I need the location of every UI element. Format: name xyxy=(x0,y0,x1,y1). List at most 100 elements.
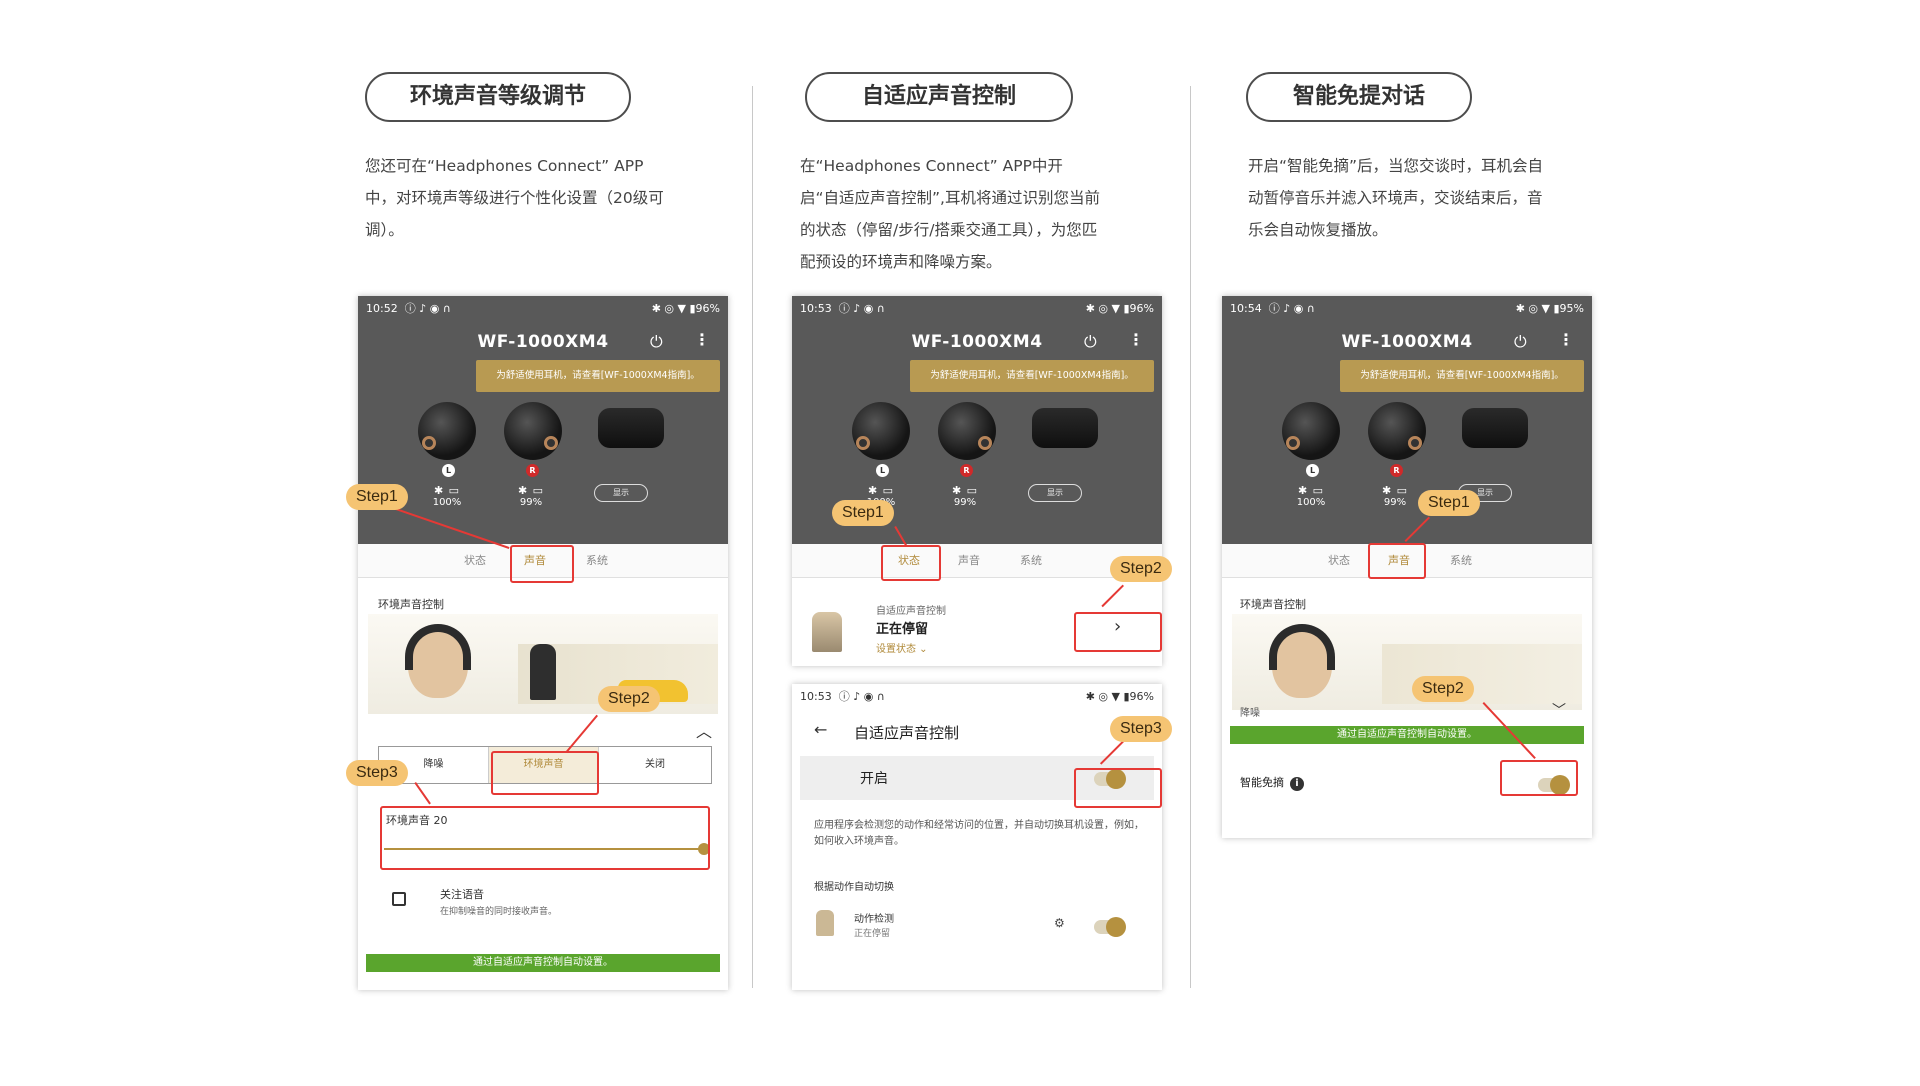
expand-chevron-icon[interactable]: ﹀ xyxy=(1552,700,1566,720)
gear-icon[interactable]: ⚙ xyxy=(1054,916,1065,930)
highlight-ambient-level xyxy=(380,806,710,870)
status-time: 10:54 xyxy=(1230,302,1262,315)
tab-sound[interactable]: 声音 xyxy=(944,544,994,578)
tab-system[interactable]: 系统 xyxy=(1436,544,1486,578)
segment-off[interactable]: 关闭 xyxy=(599,747,711,783)
step-2-badge: Step2 xyxy=(598,686,660,712)
section-description: 您还可在“Headphones Connect” APP中，对环境声等级进行个性… xyxy=(365,157,664,239)
right-battery: ✱ ▭ 99% xyxy=(506,484,556,508)
guide-tooltip[interactable]: 为舒适使用耳机，请查看[WF-1000XM4指南]。 xyxy=(1340,360,1584,392)
section-title: 智能免提对话 xyxy=(1246,72,1472,122)
back-arrow-icon[interactable]: ← xyxy=(814,720,827,739)
left-label: L xyxy=(1306,464,1319,477)
device-panel: 10:54 ⓘ ♪ ◉ ∩ ✱ ◎ ▼ ▮95% WF-1000XM4 ⏻ ⋮ … xyxy=(1222,296,1592,544)
status-icons: ⓘ ♪ ◉ ∩ xyxy=(838,690,885,703)
collapse-chevron-icon[interactable]: ︿ xyxy=(696,718,712,742)
power-icon[interactable]: ⏻ xyxy=(650,332,663,352)
status-bar: 10:52 ⓘ ♪ ◉ ∩ ✱ ◎ ▼ ▮96% xyxy=(358,296,728,320)
power-icon[interactable]: ⏻ xyxy=(1514,332,1527,352)
status-right-icons: ✱ ◎ ▼ ▮96% xyxy=(1085,301,1154,315)
motion-toggle[interactable] xyxy=(1094,917,1126,937)
phone-screenshot: 10:52 ⓘ ♪ ◉ ∩ ✱ ◎ ▼ ▮96% WF-1000XM4 ⏻ ⋮ … xyxy=(358,296,728,990)
left-earbud-image xyxy=(852,402,910,460)
battery-icon: ✱ ▭ xyxy=(951,484,979,497)
section-description: 在“Headphones Connect” APP中开启“自适应声音控制”,耳机… xyxy=(800,157,1100,271)
asc-setting-link[interactable]: 设置状态 ⌄ xyxy=(876,640,928,655)
divider-1 xyxy=(752,86,753,988)
status-right-icons: ✱ ◎ ▼ ▮96% xyxy=(1085,689,1154,703)
status-time: 10:53 xyxy=(800,302,832,315)
model-name: WF-1000XM4 xyxy=(911,332,1043,352)
focus-voice-checkbox[interactable] xyxy=(392,892,406,906)
highlight-speak-toggle xyxy=(1500,760,1578,796)
step-1-badge: Step1 xyxy=(832,500,894,526)
tab-system[interactable]: 系统 xyxy=(572,544,622,578)
status-icons: ⓘ ♪ ◉ ∩ xyxy=(404,302,451,315)
show-button[interactable]: 显示 xyxy=(594,484,648,502)
right-battery: ✱ ▭ 99% xyxy=(940,484,990,508)
tab-status[interactable]: 状态 xyxy=(1314,544,1364,578)
asc-label: 自适应声音控制 xyxy=(876,606,946,617)
device-panel: 10:52 ⓘ ♪ ◉ ∩ ✱ ◎ ▼ ▮96% WF-1000XM4 ⏻ ⋮ … xyxy=(358,296,728,544)
case-image xyxy=(598,408,664,448)
city-skyline-icon xyxy=(1382,644,1582,704)
right-label: R xyxy=(526,464,539,477)
step-1-badge: Step1 xyxy=(1418,490,1480,516)
tab-status[interactable]: 状态 xyxy=(450,544,500,578)
right-label: R xyxy=(1390,464,1403,477)
left-label: L xyxy=(442,464,455,477)
step-2-badge: Step2 xyxy=(1110,556,1172,582)
status-bar: 10:54 ⓘ ♪ ◉ ∩ ✱ ◎ ▼ ▮95% xyxy=(1222,296,1592,320)
focus-voice-title: 关注语音 xyxy=(440,888,484,901)
phone-screenshot-status: 10:53 ⓘ ♪ ◉ ∩ ✱ ◎ ▼ ▮96% WF-1000XM4 ⏻ ⋮ … xyxy=(792,296,1162,666)
more-menu-icon[interactable]: ⋮ xyxy=(694,330,710,349)
enable-label: 开启 xyxy=(860,771,888,787)
ambient-control-title: 环境声音控制 xyxy=(1240,598,1306,611)
walking-people-icon xyxy=(530,644,556,700)
highlight-status-tab xyxy=(881,545,941,581)
headphone-icon xyxy=(405,624,471,670)
left-battery: ✱ ▭100% xyxy=(422,484,472,508)
right-earbud-image xyxy=(938,402,996,460)
left-earbud-image xyxy=(418,402,476,460)
status-right-icons: ✱ ◎ ▼ ▮96% xyxy=(651,301,720,315)
headphone-icon xyxy=(1269,624,1335,670)
motion-detect-subtitle: 正在停留 xyxy=(854,929,891,939)
status-time: 10:52 xyxy=(366,302,398,315)
info-icon[interactable]: i xyxy=(1290,777,1304,791)
show-button[interactable]: 显示 xyxy=(1028,484,1082,502)
adaptive-description: 应用程序会检测您的动作和经常访问的位置，并自动切换耳机设置，例如，如何收入环境声… xyxy=(814,820,1144,847)
power-icon[interactable]: ⏻ xyxy=(1084,332,1097,352)
section-title: 自适应声音控制 xyxy=(805,72,1073,122)
right-battery: ✱ ▭ 99% xyxy=(1370,484,1420,508)
motion-person-icon xyxy=(816,910,834,936)
highlight-ambient-segment xyxy=(491,751,599,795)
speak-to-chat-label: 智能免摘 xyxy=(1240,776,1284,789)
mode-label: 降噪 xyxy=(1240,708,1260,719)
status-icons: ⓘ ♪ ◉ ∩ xyxy=(1268,302,1315,315)
highlight-adaptive-toggle xyxy=(1074,768,1162,808)
step-1-badge: Step1 xyxy=(346,484,408,510)
right-label: R xyxy=(960,464,973,477)
guide-tooltip[interactable]: 为舒适使用耳机，请查看[WF-1000XM4指南]。 xyxy=(910,360,1154,392)
status-time: 10:53 xyxy=(800,690,832,703)
sitting-person-icon xyxy=(812,612,842,652)
ambient-control-title: 环境声音控制 xyxy=(378,598,444,611)
more-menu-icon[interactable]: ⋮ xyxy=(1558,330,1574,349)
left-label: L xyxy=(876,464,889,477)
focus-voice-subtitle: 在抑制噪音的同时接收声音。 xyxy=(440,907,558,917)
highlight-sound-tab xyxy=(1368,543,1426,579)
tab-system[interactable]: 系统 xyxy=(1006,544,1056,578)
step-2-badge: Step2 xyxy=(1412,676,1474,702)
case-image xyxy=(1462,408,1528,448)
more-menu-icon[interactable]: ⋮ xyxy=(1128,330,1144,349)
right-earbud-image xyxy=(1368,402,1426,460)
model-name: WF-1000XM4 xyxy=(1341,332,1473,352)
status-bar: 10:53 ⓘ ♪ ◉ ∩ ✱ ◎ ▼ ▮96% xyxy=(792,296,1162,320)
auto-setting-banner: 通过自适应声音控制自动设置。 xyxy=(366,954,720,972)
guide-tooltip[interactable]: 为舒适使用耳机，请查看[WF-1000XM4指南]。 xyxy=(476,360,720,392)
highlight-sound-tab xyxy=(510,545,574,583)
battery-icon: ✱ ▭ xyxy=(867,484,895,497)
tab-bar: 状态 声音 系统 xyxy=(792,544,1162,578)
status-icons: ⓘ ♪ ◉ ∩ xyxy=(838,302,885,315)
